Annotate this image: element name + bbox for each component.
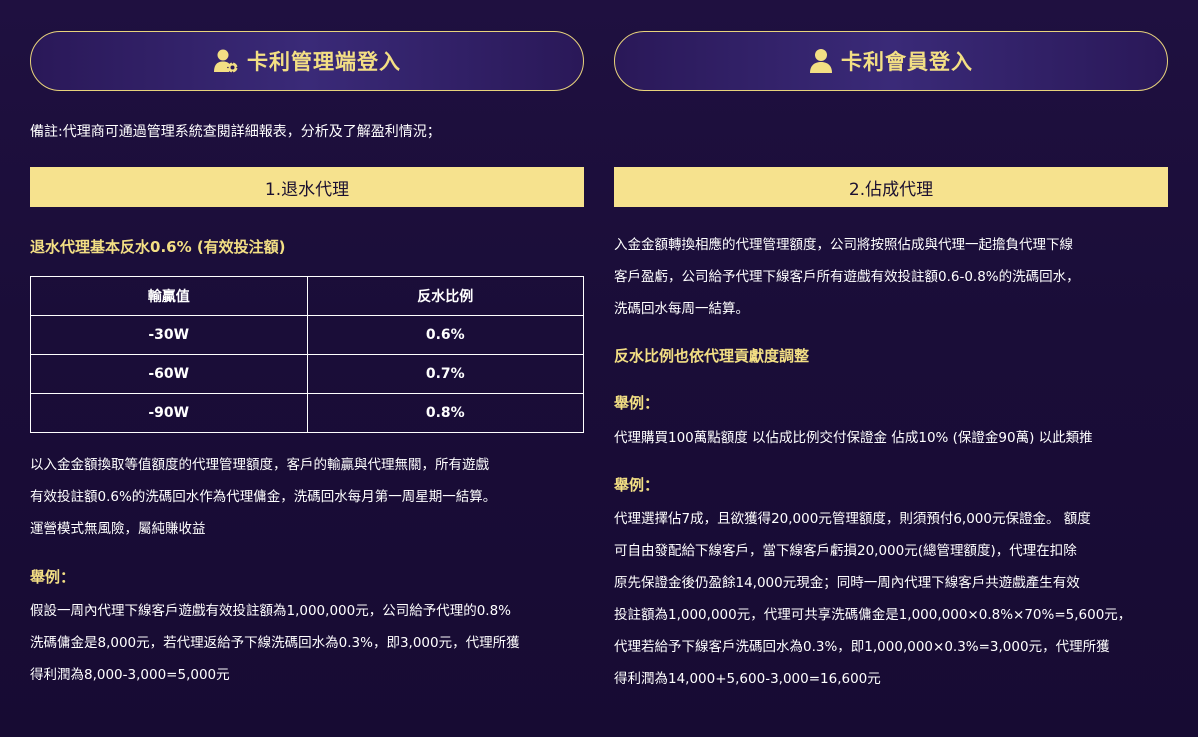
example-line: 代理選擇佔7成，且欲獲得20,000元管理額度，則須預付6,000元保證金。 額… [614,511,1091,527]
table-row: -90W 0.8% [30,393,584,433]
table-cell: -60W [30,354,308,394]
admin-login-button[interactable]: 卡利管理端登入 [30,31,584,91]
rebate-table: 輸贏值 反水比例 -30W 0.6% -60W 0.7% -90W 0.8% [30,276,584,433]
member-login-label: 卡利會員登入 [841,50,973,74]
example1-text: 代理購買100萬點額度 以佔成比例交付保證金 佔成10% (保證金90萬) 以此… [614,430,1093,446]
example-line: 可自由發配給下線客戶，當下線客戶虧損20,000元(總管理額度)，代理在扣除 [614,543,1077,559]
description-line: 運營模式無風險，屬純賺收益 [30,521,206,537]
intro-line: 入金金額轉換相應的代理管理額度，公司將按照佔成與代理一起擔負代理下線 [614,237,1073,253]
table-header-row: 輸贏值 反水比例 [30,276,584,316]
member-login-button[interactable]: 卡利會員登入 [614,31,1168,91]
example-line: 得利潤為14,000+5,600-3,000=16,600元 [614,671,881,687]
intro-line: 客戶盈虧，公司給予代理下線客戶所有遊戲有效投註額0.6-0.8%的洗碼回水， [614,269,1080,285]
table-cell: -30W [30,315,308,355]
description-line: 有效投註額0.6%的洗碼回水作為代理傭金，洗碼回水每月第一周星期一結算。 [30,489,497,505]
share-intro: 入金金額轉換相應的代理管理額度，公司將按照佔成與代理一起擔負代理下線 客戶盈虧，… [614,229,1168,325]
example-line: 代理若給予下線客戶洗碼回水為0.3%，即1,000,000×0.3%=3,000… [614,639,1110,655]
example-line: 假設一周內代理下線客戶遊戲有效投註額為1,000,000元，公司給予代理的0.8… [30,603,512,619]
user-icon [809,48,833,74]
share-heading: 反水比例也依代理貢獻度調整 [614,347,810,365]
rebate-description: 以入金金額換取等值額度的代理管理額度，客戶的輸贏與代理無關，所有遊戲 有效投註額… [30,449,584,545]
example-line: 得利潤為8,000-3,000=5,000元 [30,667,230,683]
table-header-cell: 反水比例 [306,276,584,316]
table-row: -60W 0.7% [30,354,584,394]
table-cell: 0.7% [306,354,584,394]
example1-label: 舉例： [614,394,660,412]
intro-line: 洗碼回水每周一結算。 [614,301,749,317]
example-line: 洗碼傭金是8,000元，若代理返給予下線洗碼回水為0.3%，即3,000元，代理… [30,635,520,651]
table-cell: -90W [30,393,308,433]
section-title-rebate: 1.退水代理 [30,167,584,207]
note-text: 備註:代理商可通過管理系統查閱詳細報表，分析及了解盈利情況； [30,124,441,140]
table-cell: 0.6% [306,315,584,355]
table-row: -30W 0.6% [30,315,584,355]
example-line: 原先保證金後仍盈餘14,000元現金；同時一周內代理下線客戶共遊戲產生有效 [614,575,1080,591]
example2-label: 舉例： [614,476,660,494]
section-title-share: 2.佔成代理 [614,167,1168,207]
table-cell: 0.8% [306,393,584,433]
example-label: 舉例： [30,568,76,586]
rebate-heading: 退水代理基本反水0.6% (有效投注額) [30,238,286,256]
example-line: 投註額為1,000,000元，代理可共享洗碼傭金是1,000,000×0.8%×… [614,607,1132,623]
example2-text: 代理選擇佔7成，且欲獲得20,000元管理額度，則須預付6,000元保證金。 額… [614,503,1168,695]
admin-login-label: 卡利管理端登入 [247,50,401,74]
table-header-cell: 輸贏值 [30,276,308,316]
description-line: 以入金金額換取等值額度的代理管理額度，客戶的輸贏與代理無關，所有遊戲 [30,457,489,473]
user-gear-icon [213,48,239,74]
example-text: 假設一周內代理下線客戶遊戲有效投註額為1,000,000元，公司給予代理的0.8… [30,595,584,691]
